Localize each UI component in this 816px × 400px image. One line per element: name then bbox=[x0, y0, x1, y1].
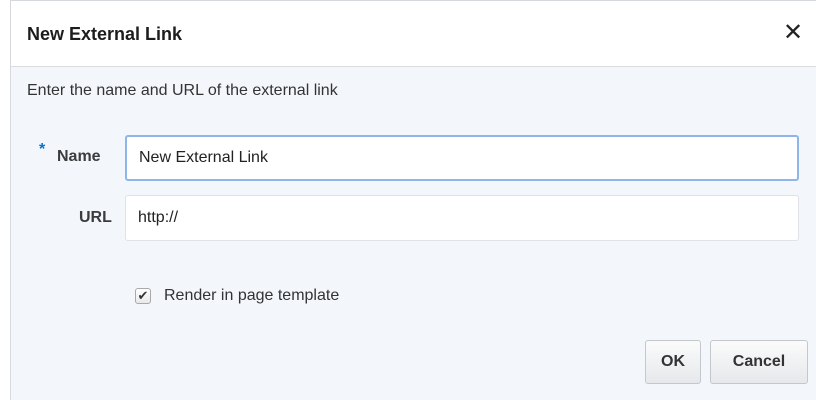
name-label: Name bbox=[57, 148, 101, 165]
close-icon[interactable]: ✕ bbox=[779, 18, 807, 48]
url-label: URL bbox=[79, 209, 112, 226]
name-input[interactable] bbox=[125, 135, 799, 181]
url-input[interactable] bbox=[125, 195, 799, 241]
render-in-page-template-checkbox[interactable]: ✔ bbox=[135, 288, 151, 304]
new-external-link-dialog: New External Link ✕ Enter the name and U… bbox=[10, 0, 816, 400]
ok-button[interactable]: OK bbox=[645, 340, 701, 384]
dialog-instructions: Enter the name and URL of the external l… bbox=[27, 82, 338, 99]
cancel-button[interactable]: Cancel bbox=[710, 340, 808, 384]
required-marker: * bbox=[39, 141, 46, 158]
dialog-title: New External Link bbox=[27, 24, 183, 44]
render-in-page-template-label[interactable]: Render in page template bbox=[164, 287, 339, 305]
dialog-title-bar: New External Link ✕ bbox=[11, 1, 816, 67]
